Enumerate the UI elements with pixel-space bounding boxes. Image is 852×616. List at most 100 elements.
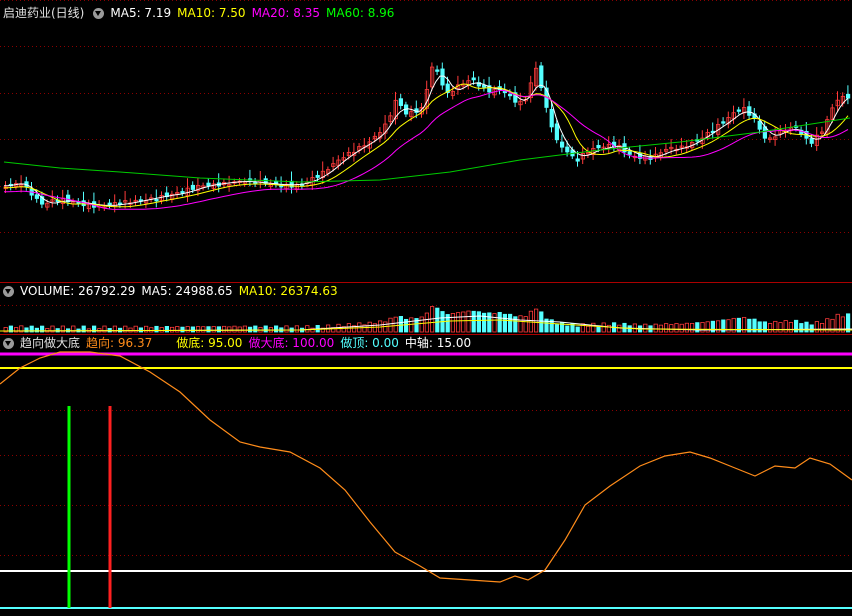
volume-bar [232,325,237,333]
price-panel-header: 启迪药业(日线) MA5: 7.19 MA10: 7.50 MA20: 8.35… [0,5,400,21]
volume-bar [653,323,658,333]
volume-bar [695,322,700,333]
volume-bar [466,310,471,333]
ma10-label: MA10: 7.50 [177,6,246,20]
volume-bar [684,322,690,333]
volume-bar [804,321,809,333]
candle-body [809,138,814,144]
volume-bar [700,321,705,333]
candle-body [846,93,851,99]
volume-bar [435,307,440,333]
top-label: 做顶: 0.00 [340,336,399,350]
volume-bar [783,320,788,333]
volume-bar [34,327,40,333]
volume-bar [507,313,513,333]
volume-bar [273,325,279,333]
volume-bar [539,311,544,333]
volume-bar [175,326,180,333]
dropdown-icon[interactable] [93,7,105,19]
candle-body [721,121,726,124]
volume-bar [471,310,476,333]
ma5-line [3,75,849,206]
ma20-label: MA20: 8.35 [251,6,320,20]
volume-ma5-label: MA5: 24988.65 [141,284,233,298]
volume-bar [149,327,154,333]
volume-bar [138,327,143,333]
volume-bar [768,323,773,333]
indicator-name[interactable]: 趋向做大底 [20,335,80,351]
grid-lines [0,0,852,556]
volume-bar [674,323,679,333]
candle-body [154,198,159,202]
volume-bar [180,326,185,333]
volume-bar [419,316,424,333]
volume-panel-header: VOLUME: 26792.29 MA5: 24988.65 MA10: 263… [0,283,344,299]
volume-bar [794,319,799,333]
candle-body [575,158,580,162]
candle-body [435,69,440,72]
volume-bar [201,326,206,333]
volume-bars[interactable] [0,306,852,333]
volume-bar [247,326,253,333]
candle-body [398,98,404,106]
bottom-label: 做底: 95.00 [176,336,243,350]
volume-bar [669,324,674,333]
volume-bar [263,325,268,333]
volume-bar [487,312,492,333]
volume-bar [169,326,175,333]
candle-body [507,93,513,97]
volume-bar [55,328,60,333]
volume-bar [237,326,242,333]
candle-body [554,123,560,141]
stock-title[interactable]: 启迪药业(日线) [3,5,84,21]
candlestick-series[interactable] [3,61,851,214]
volume-bar [450,312,456,333]
volume-ma10-label: MA10: 26374.63 [238,284,338,298]
candle-body [34,194,40,199]
candle-body [560,141,565,148]
volume-bar [664,323,669,333]
volume-bar [757,321,762,333]
volume-bar [778,322,783,333]
candle-body [471,77,476,81]
volume-bar [398,316,404,333]
volume-bar [253,325,258,333]
candle-body [107,202,112,206]
chart-canvas[interactable] [0,0,852,616]
candle-body [757,120,762,130]
candle-body [190,184,195,190]
candle-body [549,108,554,128]
volume-bar [388,317,393,333]
volume-bar [305,325,310,333]
volume-bar [294,325,300,333]
volume-bar [143,325,149,333]
volume-bar [227,326,232,333]
volume-bar [185,326,190,333]
volume-bar [284,325,289,333]
dropdown-icon[interactable] [3,285,14,297]
volume-bar [154,325,159,333]
volume-bar [206,326,211,333]
volume-bar [242,325,247,333]
volume-bar [216,326,221,333]
volume-bar [591,322,596,333]
candle-body [736,109,742,112]
volume-bar [393,316,398,333]
indicator-panel-header: 趋向做大底 趋向: 96.37 做底: 95.00 做大底: 100.00 做顶… [0,335,477,351]
volume-bar [492,313,497,333]
volume-bar [455,312,461,333]
dropdown-icon[interactable] [3,337,14,349]
volume-bar [762,321,768,333]
candle-body [565,146,570,153]
volume-bar [476,311,482,333]
volume-bar [159,327,164,333]
volume-bar [403,318,409,333]
volume-bar [565,325,570,333]
volume-bar [679,323,684,333]
volume-bar [705,321,710,333]
volume-bar [133,325,138,333]
candle-body [206,182,211,187]
volume-bar [809,324,814,333]
volume-bar [799,323,804,333]
volume-label: VOLUME: 26792.29 [20,284,136,298]
